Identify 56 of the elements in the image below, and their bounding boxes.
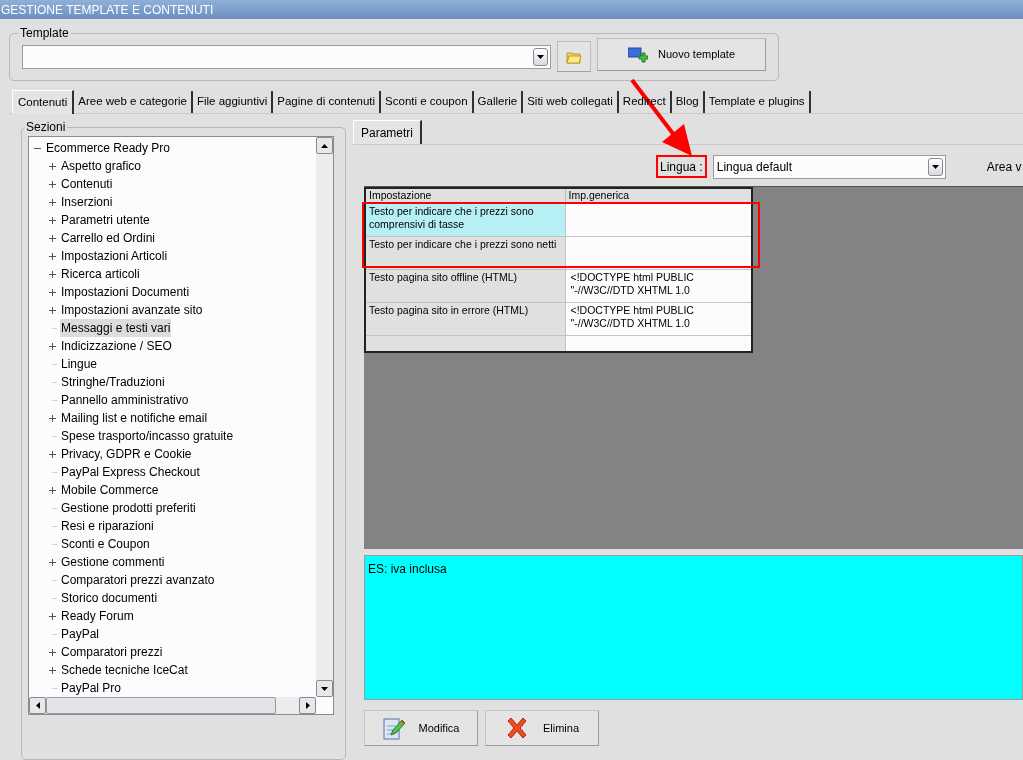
new-template-button[interactable]: Nuovo template <box>597 38 766 71</box>
tree-item[interactable]: Pannello amministrativo <box>60 391 190 409</box>
area-label: Area v <box>986 158 1022 176</box>
tab[interactable]: Contenuti <box>12 90 75 114</box>
value-cell[interactable]: <!DOCTYPE html PUBLIC "-//W3C//DTD XHTML 1.0 <box>565 269 752 302</box>
tree-item[interactable]: Impostazioni Documenti <box>60 283 191 301</box>
value-cell[interactable]: <!DOCTYPE html PUBLIC "-//W3C//DTD XHTML 1.0 <box>565 302 752 335</box>
tree-item[interactable]: Parametri utente <box>60 211 151 229</box>
tree-item[interactable]: Stringhe/Traduzioni <box>60 373 166 391</box>
tree-item[interactable]: Sconti e Coupon <box>60 535 151 553</box>
tree-item[interactable]: Storico documenti <box>60 589 159 607</box>
tree-item[interactable]: Comparatori prezzi <box>60 643 164 661</box>
language-label: Lingua : <box>660 158 703 176</box>
tab[interactable]: File aggiuntivi <box>192 91 274 113</box>
tab[interactable]: Gallerie <box>473 91 524 113</box>
tree-item[interactable]: Resi e riparazioni <box>60 517 155 535</box>
tab[interactable]: Sconti e coupon <box>381 91 474 113</box>
tree-item[interactable]: PayPal Express Checkout <box>60 463 201 481</box>
tree-item[interactable]: Ready Forum <box>60 607 135 625</box>
tree-item[interactable]: Messaggi e testi vari <box>60 319 172 337</box>
tree-item[interactable]: PayPal <box>60 625 101 643</box>
tab[interactable]: Pagine di contenuti <box>273 91 382 113</box>
group-label: Template <box>19 26 70 40</box>
tree-item[interactable]: Ecommerce Ready Pro <box>45 139 172 157</box>
tree-item[interactable]: Carrello ed Ordini <box>60 229 157 247</box>
tree-item[interactable]: Gestione commenti <box>60 553 166 571</box>
delete-button[interactable]: Elimina <box>485 710 599 746</box>
tree-item[interactable]: Privacy, GDPR e Cookie <box>60 445 193 463</box>
edit-button[interactable]: Modifica <box>364 710 478 746</box>
group-label: Sezioni <box>25 120 67 134</box>
language-dropdown[interactable]: Lingua default <box>712 154 946 179</box>
tree-item[interactable]: PayPal Pro <box>60 679 123 697</box>
setting-cell[interactable]: Testo pagina sito offline (HTML) <box>365 269 565 302</box>
tree-item[interactable]: Aspetto grafico <box>60 157 143 175</box>
tree-item[interactable]: Indicizzazione / SEO <box>60 337 173 355</box>
tree-item[interactable]: Comparatori prezzi avanzato <box>60 571 216 589</box>
tab[interactable]: Blog <box>671 91 705 113</box>
tab[interactable]: Siti web collegati <box>523 91 619 113</box>
setting-cell[interactable]: Testo per indicare che i prezzi sono comprensivi di tasse <box>365 203 565 236</box>
tab[interactable]: Aree web e categorie <box>74 91 193 113</box>
tree-item[interactable]: Mailing list e notifiche email <box>60 409 209 427</box>
setting-cell[interactable]: Testo pagina sito in errore (HTML) <box>365 302 565 335</box>
window-title: GESTIONE TEMPLATE E CONTENUTI <box>0 3 214 16</box>
tree-item[interactable]: Spese trasporto/incasso gratuite <box>60 427 235 445</box>
tree-item[interactable]: Impostazioni avanzate sito <box>60 301 204 319</box>
tree-item[interactable]: Impostazioni Articoli <box>60 247 169 265</box>
tree-item[interactable]: Inserzioni <box>60 193 114 211</box>
tree-item[interactable]: Lingue <box>60 355 99 373</box>
description-text: ES: iva inclusa <box>368 562 447 576</box>
tree-item[interactable]: Schede tecniche IceCat <box>60 661 189 679</box>
tree-item[interactable]: Mobile Commerce <box>60 481 160 499</box>
tree-item[interactable]: Contenuti <box>60 175 114 193</box>
parameters-tab[interactable]: Parametri <box>353 120 422 144</box>
tree-item[interactable]: Ricerca articoli <box>60 265 141 283</box>
tree-item[interactable]: Gestione prodotti preferiti <box>60 499 197 517</box>
tab[interactable]: Template e plugins <box>704 91 811 113</box>
